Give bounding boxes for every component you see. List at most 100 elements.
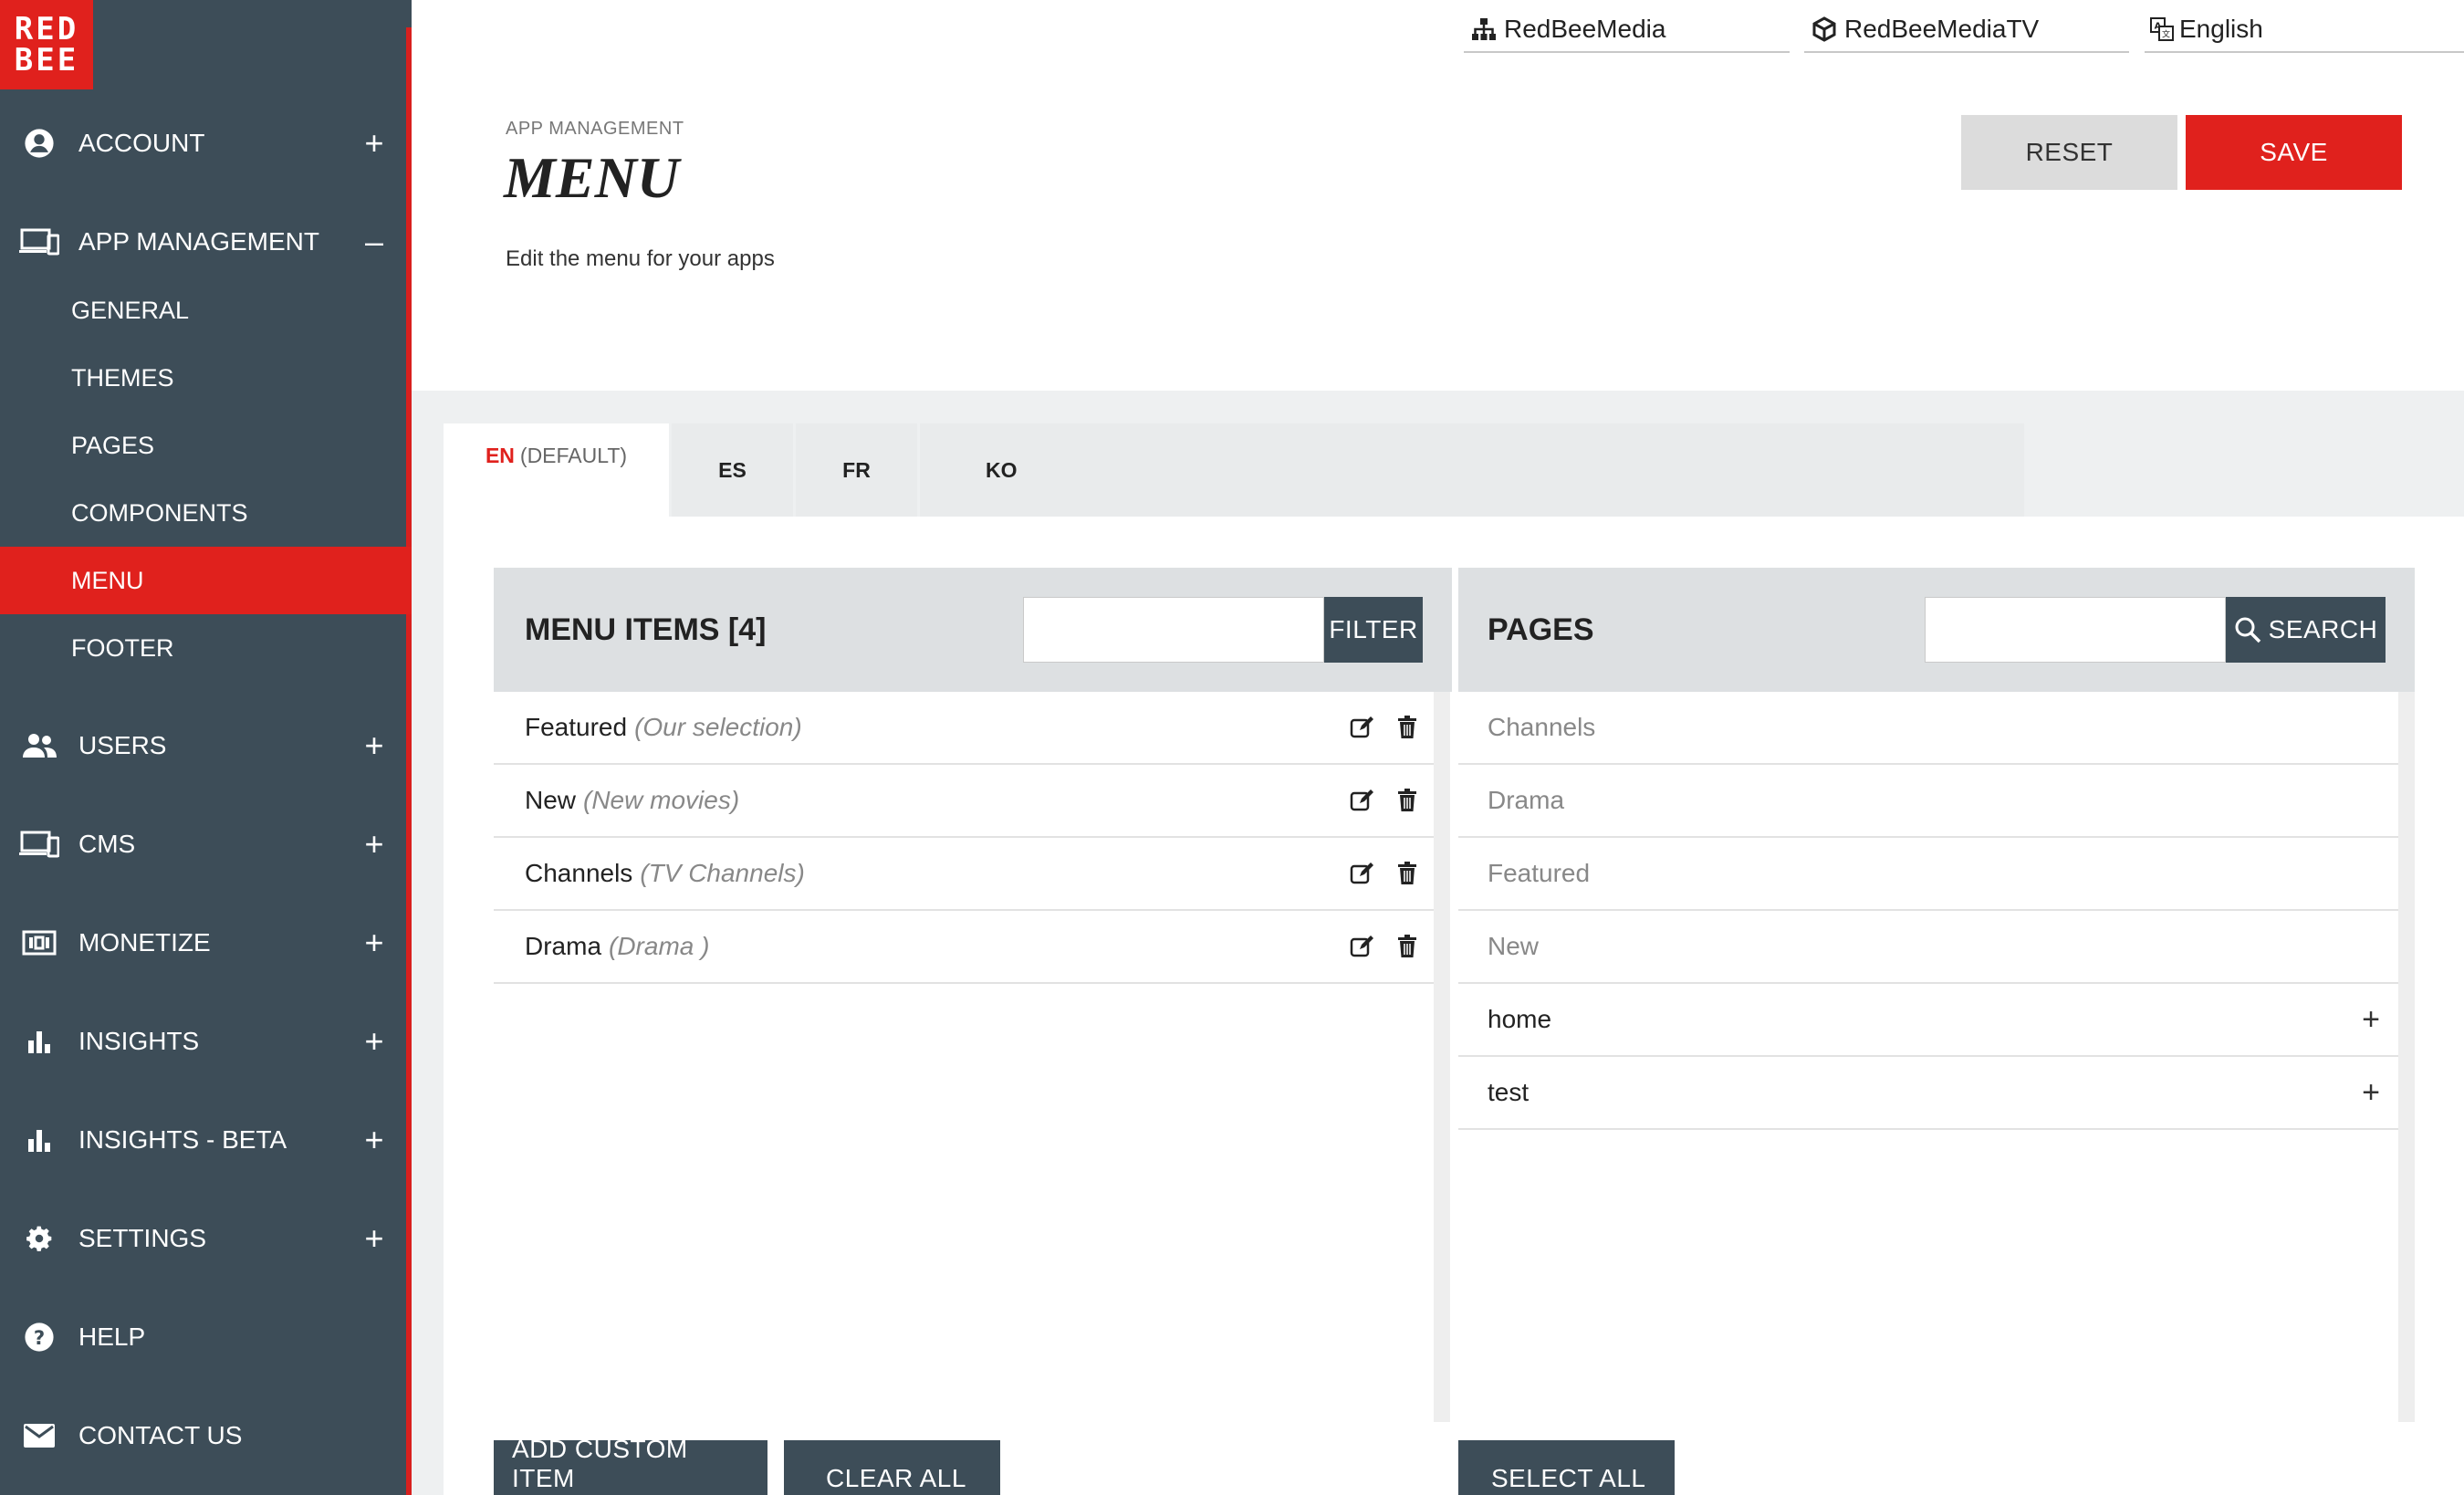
- select-all-button[interactable]: SELECT ALL: [1458, 1440, 1675, 1495]
- logo-line-1: RED: [14, 11, 79, 47]
- language-selector[interactable]: A文 English: [2145, 7, 2464, 53]
- sidebar-item-label: APP MANAGEMENT: [78, 227, 319, 256]
- sidebar-subitem-components[interactable]: COMPONENTS: [0, 479, 406, 547]
- menu-item-desc: (TV Channels): [640, 859, 805, 887]
- expand-icon[interactable]: +: [342, 727, 406, 765]
- sidebar-item-label: MONETIZE: [78, 928, 211, 957]
- tab-en[interactable]: EN (DEFAULT): [444, 423, 669, 517]
- page-subtitle: Edit the menu for your apps: [506, 246, 775, 271]
- sitemap-icon: [1464, 17, 1504, 41]
- expand-icon[interactable]: +: [342, 825, 406, 863]
- expand-icon[interactable]: +: [342, 1022, 406, 1061]
- add-page-icon[interactable]: +: [2362, 1002, 2398, 1038]
- sidebar-item-label: SETTINGS: [78, 1224, 207, 1252]
- tab-suffix: (DEFAULT): [519, 444, 628, 467]
- edit-icon[interactable]: [1350, 789, 1375, 812]
- sidebar-subitem-footer[interactable]: FOOTER: [0, 614, 406, 682]
- svg-text:?: ?: [34, 1327, 45, 1350]
- sidebar-item-users[interactable]: USERS +: [0, 718, 406, 773]
- sidebar-item-app-management[interactable]: APP MANAGEMENT –: [0, 214, 406, 269]
- button-label: CLEAR ALL: [826, 1464, 966, 1492]
- sidebar-item-cms[interactable]: CMS +: [0, 817, 406, 872]
- filter-button[interactable]: FILTER: [1324, 597, 1423, 663]
- expand-icon[interactable]: +: [342, 924, 406, 962]
- trash-icon[interactable]: [1397, 789, 1417, 812]
- sidebar-subitem-themes[interactable]: THEMES: [0, 344, 406, 412]
- sidebar-item-insights-beta[interactable]: INSIGHTS - BETA +: [0, 1113, 406, 1167]
- tab-ko[interactable]: KO: [920, 423, 2024, 517]
- organization-selector[interactable]: RedBeeMedia: [1464, 7, 1790, 53]
- page-row: New: [1458, 911, 2398, 984]
- account-name: RedBeeMediaTV: [1844, 15, 2040, 43]
- trash-icon[interactable]: [1397, 935, 1417, 958]
- account-selector[interactable]: RedBeeMediaTV: [1804, 7, 2129, 53]
- menu-item-desc: (New movies): [583, 786, 740, 814]
- sidebar-subitem-pages[interactable]: PAGES: [0, 412, 406, 479]
- edit-icon[interactable]: [1350, 716, 1375, 739]
- pages-title: PAGES: [1488, 612, 1594, 647]
- sidebar-item-settings[interactable]: SETTINGS +: [0, 1211, 406, 1266]
- search-input[interactable]: [1925, 597, 2226, 663]
- expand-icon[interactable]: +: [342, 124, 406, 162]
- language-name: English: [2179, 15, 2263, 43]
- sidebar-item-monetize[interactable]: MONETIZE +: [0, 915, 406, 970]
- sidebar-item-label: USERS: [78, 731, 167, 759]
- expand-icon[interactable]: +: [342, 1219, 406, 1258]
- svg-text:文: 文: [2162, 29, 2170, 40]
- menu-item-row[interactable]: Drama (Drama ): [494, 911, 1434, 984]
- sidebar-item-label: HELP: [78, 1322, 146, 1351]
- cube-icon: [1804, 16, 1844, 42]
- sidebar-item-label: INSIGHTS - BETA: [78, 1125, 287, 1154]
- menu-item-name: Featured: [525, 713, 628, 741]
- gear-icon: [0, 1223, 78, 1254]
- menu-items-title: MENU ITEMS [4]: [525, 612, 767, 647]
- trash-icon[interactable]: [1397, 716, 1417, 739]
- add-custom-item-button[interactable]: ADD CUSTOM ITEM: [494, 1435, 767, 1495]
- monetize-icon: [0, 929, 78, 957]
- tab-code: EN: [485, 444, 515, 467]
- page-name: Featured: [1488, 859, 1591, 887]
- sidebar-item-label: INSIGHTS: [78, 1027, 200, 1055]
- pages-scrollbar[interactable]: [2398, 692, 2415, 1422]
- clear-all-button[interactable]: CLEAR ALL: [784, 1440, 1000, 1495]
- collapse-icon[interactable]: –: [342, 223, 406, 261]
- tab-es[interactable]: ES: [672, 423, 793, 517]
- sidebar-item-label: CMS: [78, 830, 136, 858]
- account-icon: [0, 128, 78, 159]
- sidebar-subitem-general[interactable]: GENERAL: [0, 277, 406, 344]
- sidebar-item-contact-us[interactable]: CONTACT US: [0, 1408, 406, 1463]
- page-name: home: [1488, 1005, 1552, 1033]
- bar-chart-icon: [0, 1028, 78, 1055]
- menu-items-scrollbar[interactable]: [1434, 692, 1450, 1422]
- breadcrumb[interactable]: APP MANAGEMENT: [506, 119, 684, 140]
- expand-icon[interactable]: +: [342, 1121, 406, 1159]
- page-title: MENU: [504, 145, 680, 210]
- filter-input[interactable]: [1023, 597, 1324, 663]
- sidebar-subitem-menu[interactable]: MENU: [0, 547, 412, 614]
- menu-item-row[interactable]: Featured (Our selection): [494, 692, 1434, 765]
- menu-item-desc: (Drama ): [609, 932, 710, 960]
- trash-icon[interactable]: [1397, 862, 1417, 885]
- sidebar-item-help[interactable]: ? HELP: [0, 1310, 406, 1364]
- logo-line-2: BEE: [14, 42, 79, 78]
- tab-fr[interactable]: FR: [796, 423, 917, 517]
- sidebar-item-insights[interactable]: INSIGHTS +: [0, 1014, 406, 1069]
- add-page-icon[interactable]: +: [2362, 1075, 2398, 1111]
- search-label: SEARCH: [2268, 615, 2378, 643]
- menu-item-row[interactable]: New (New movies): [494, 765, 1434, 838]
- menu-item-row[interactable]: Channels (TV Channels): [494, 838, 1434, 911]
- redbee-logo[interactable]: RED BEE: [0, 0, 93, 89]
- save-button[interactable]: SAVE: [2186, 115, 2402, 190]
- button-label: ADD CUSTOM ITEM: [512, 1435, 688, 1492]
- page-row[interactable]: home +: [1458, 984, 2398, 1057]
- pages-header: PAGES SEARCH: [1458, 568, 2415, 692]
- page-row[interactable]: test +: [1458, 1057, 2398, 1130]
- sidebar-item-account[interactable]: ACCOUNT +: [0, 116, 406, 171]
- mail-icon: [0, 1423, 78, 1448]
- sidebar-item-label: ACCOUNT: [78, 129, 205, 157]
- search-button[interactable]: SEARCH: [2226, 597, 2386, 663]
- edit-icon[interactable]: [1350, 862, 1375, 885]
- reset-button[interactable]: RESET: [1961, 115, 2177, 190]
- edit-icon[interactable]: [1350, 935, 1375, 958]
- menu-items-header: MENU ITEMS [4] FILTER: [494, 568, 1452, 692]
